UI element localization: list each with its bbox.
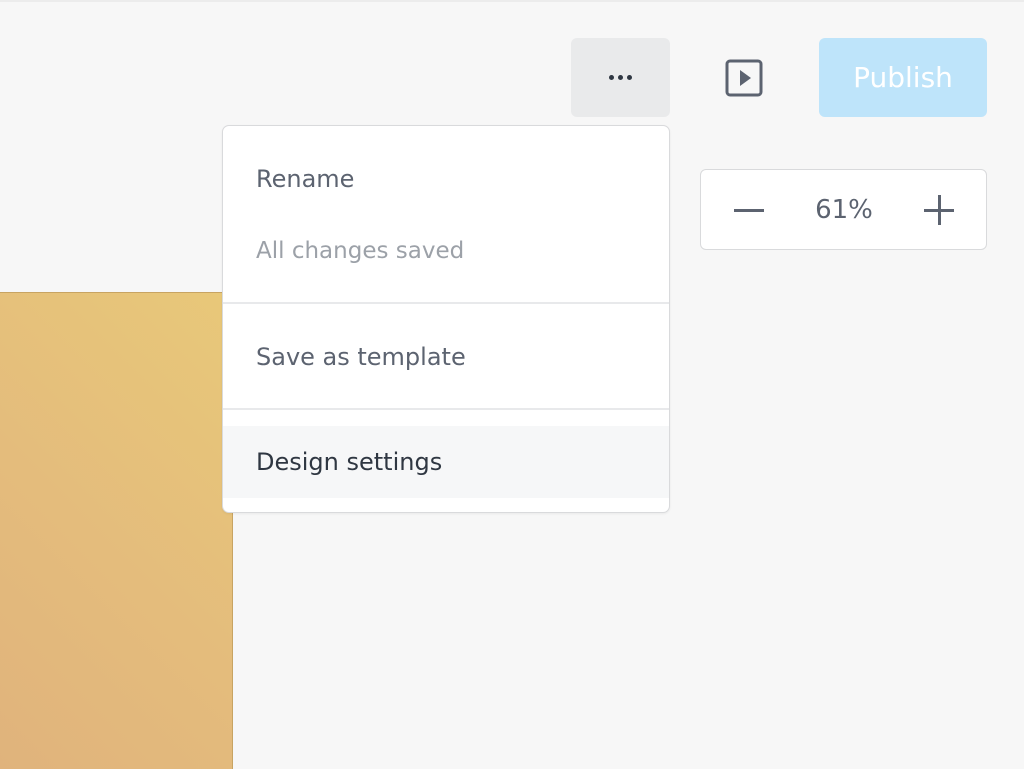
zoom-in-button[interactable]	[916, 190, 962, 230]
more-horizontal-icon	[609, 75, 632, 80]
design-canvas-preview[interactable]	[0, 292, 233, 769]
menu-item-save-as-template[interactable]: Save as template	[223, 326, 669, 388]
play-preview-icon	[725, 59, 763, 97]
preview-button[interactable]	[717, 51, 771, 105]
publish-button[interactable]: Publish	[819, 38, 987, 117]
zoom-control: 61%	[700, 169, 987, 250]
more-options-menu: Rename All changes saved Save as templat…	[222, 125, 670, 513]
menu-item-design-settings[interactable]: Design settings	[223, 426, 669, 498]
zoom-out-button[interactable]	[726, 190, 772, 230]
top-edge-shade	[0, 0, 1024, 2]
menu-item-rename[interactable]: Rename	[223, 148, 669, 210]
save-status-text: All changes saved	[256, 238, 465, 264]
menu-divider	[223, 408, 669, 410]
menu-divider	[223, 302, 669, 304]
more-options-button[interactable]	[571, 38, 670, 117]
minus-icon	[734, 208, 764, 212]
zoom-level[interactable]: 61%	[796, 190, 892, 230]
